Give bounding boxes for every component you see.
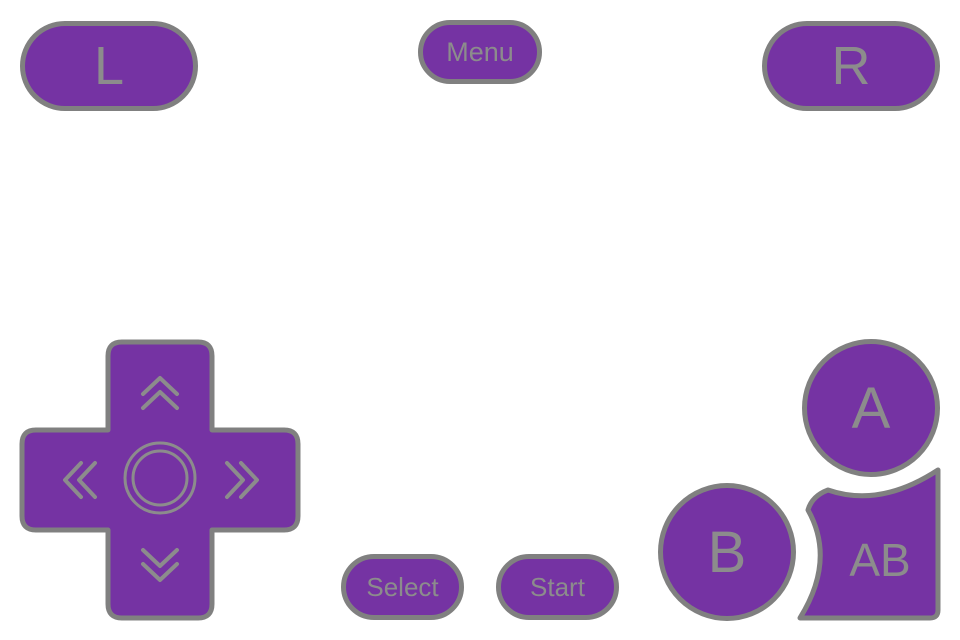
b-button[interactable]: B: [658, 483, 796, 621]
l-shoulder-label: L: [93, 36, 125, 96]
menu-button[interactable]: Menu: [418, 20, 542, 84]
r-shoulder-button[interactable]: R: [762, 21, 940, 111]
a-label: A: [851, 375, 891, 441]
select-label: Select: [366, 571, 439, 602]
start-button[interactable]: Start: [496, 554, 619, 620]
l-shoulder-button[interactable]: L: [20, 21, 198, 111]
select-button[interactable]: Select: [341, 554, 464, 620]
a-button[interactable]: A: [802, 339, 940, 477]
ab-button[interactable]: [797, 467, 941, 621]
r-shoulder-label: R: [831, 36, 871, 96]
menu-label: Menu: [446, 36, 514, 67]
b-label: B: [707, 519, 747, 585]
start-label: Start: [530, 571, 585, 602]
